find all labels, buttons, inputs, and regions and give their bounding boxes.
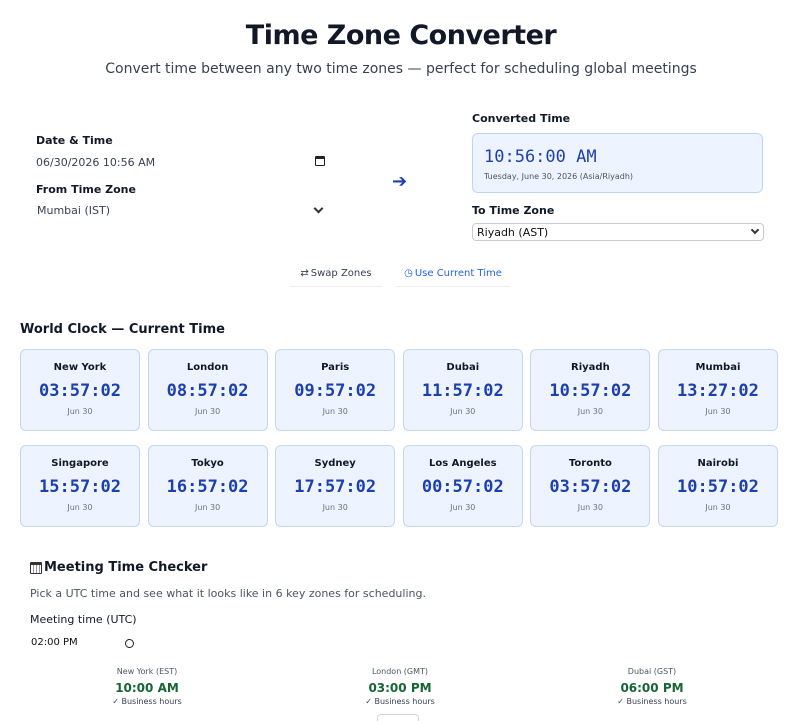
datetime-input[interactable]: 06/30/2026 10:56 AM <box>36 156 155 169</box>
use-current-time-label: Use Current Time <box>414 267 502 279</box>
clock-date: Jun 30 <box>194 407 221 416</box>
clock-date: Jun 30 <box>194 503 221 512</box>
converted-time-panel: 10:56:00 AM Tuesday, June 30, 2026 (Asia… <box>472 133 763 193</box>
world-clock-card: London 08:57:02 Jun 30 <box>147 349 268 431</box>
world-clock-card: Paris 09:57:02 Jun 30 <box>275 349 396 431</box>
world-clock-card: Sydney 17:57:02 Jun 30 <box>275 445 396 527</box>
to-zone-label: To Time Zone <box>472 204 555 217</box>
clock-time: 10:57:02 <box>549 381 632 401</box>
meeting-zone-time: 06:00 PM <box>620 681 684 695</box>
clock-time: 15:57:02 <box>39 477 121 497</box>
world-clock-card: Riyadh 10:57:02 Jun 30 <box>530 349 651 431</box>
meeting-zone-card: London (GMT) 03:00 PM ✓ Business hours <box>325 667 475 706</box>
world-clock-title: World Clock — Current Time <box>20 322 225 337</box>
clock-city-name: Toronto <box>568 458 612 469</box>
meeting-checker-title: Meeting Time Checker <box>30 560 207 575</box>
page-title: Time Zone Converter <box>245 20 557 51</box>
clock-time: 09:57:02 <box>294 381 377 401</box>
converted-date: Tuesday, June 30, 2026 (Asia/Riyadh) <box>484 172 634 181</box>
clock-city-name: Sydney <box>314 458 356 469</box>
clock-icon: ◷ <box>404 267 413 279</box>
clock-city-name: Mumbai <box>695 362 741 373</box>
clock-date: Jun 30 <box>450 503 476 512</box>
swap-icon: ⇄ <box>300 267 309 279</box>
clock-time: 13:27:02 <box>677 381 759 401</box>
clock-date: Jun 30 <box>577 503 603 512</box>
clock-time: 08:57:02 <box>166 381 249 401</box>
datetime-label: Date & Time <box>36 134 113 147</box>
clock-date: Jun 30 <box>67 503 93 512</box>
clock-time: 11:57:02 <box>421 381 504 401</box>
clock-city-name: New York <box>53 362 107 373</box>
clock-date: Jun 30 <box>450 407 476 416</box>
clock-time: 03:57:02 <box>549 477 632 497</box>
world-clock-card: Los Angeles 00:57:02 Jun 30 <box>402 445 523 527</box>
meeting-zone-name: New York (EST) <box>116 667 178 676</box>
meeting-zone-status: ✓ Business hours <box>112 697 182 706</box>
world-clock-card: Nairobi 10:57:02 Jun 30 <box>657 445 778 527</box>
from-chevron-down-icon[interactable] <box>313 203 324 214</box>
meeting-title-text: Meeting Time Checker <box>44 560 208 575</box>
clock-date: Jun 30 <box>322 503 348 512</box>
meeting-zone-name: London (GMT) <box>371 667 429 676</box>
use-current-time-button[interactable]: ◷ Use Current Time <box>396 260 510 287</box>
clock-city-name: Tokyo <box>191 458 224 469</box>
world-clock-card: Mumbai 13:27:02 Jun 30 <box>657 349 778 431</box>
clock-time: 03:57:02 <box>39 381 121 401</box>
world-clock-grid: New York 03:57:02 Jun 30 London 08:57:02 Jun … <box>20 349 779 527</box>
to-chevron-down-icon <box>750 225 760 235</box>
clock-time: 10:57:02 <box>677 477 759 497</box>
clock-date: Jun 30 <box>322 407 348 416</box>
from-zone-select[interactable]: Mumbai (IST) <box>37 204 110 217</box>
world-clock-card: Tokyo 16:57:02 Jun 30 <box>147 445 268 527</box>
meeting-zone-status: ✓ Business hours <box>617 697 687 706</box>
swap-zones-button[interactable]: ⇄ Swap Zones <box>290 260 382 287</box>
meeting-zone-card: Dubai (GST) 06:00 PM ✓ Business hours <box>577 667 727 706</box>
meeting-time-value: 02:00 PM <box>31 637 78 648</box>
meeting-zone-status: ✓ Business hours <box>365 697 435 706</box>
world-clock-card: Toronto 03:57:02 Jun 30 <box>530 445 651 527</box>
clock-date: Jun 30 <box>705 407 731 416</box>
swap-zones-label: Swap Zones <box>310 267 372 279</box>
converted-label: Converted Time <box>472 112 571 125</box>
clock-date: Jun 30 <box>705 503 731 512</box>
world-clock-card: Dubai 11:57:02 Jun 30 <box>402 349 523 431</box>
clock-city-name: Singapore <box>51 458 109 469</box>
meeting-zone-time: 10:00 AM <box>115 681 179 695</box>
clock-time: 16:57:02 <box>166 477 249 497</box>
meeting-zone-name: Dubai (GST) <box>627 667 677 676</box>
meeting-description: Pick a UTC time and see what it looks li… <box>30 587 426 600</box>
clock-city-name: London <box>186 362 229 373</box>
from-zone-label: From Time Zone <box>36 183 136 196</box>
page-subtitle: Convert time between any two time zones … <box>105 61 697 77</box>
clock-city-name: Riyadh <box>571 362 610 373</box>
clock-time: 00:57:02 <box>421 477 504 497</box>
clock-date: Jun 30 <box>577 407 603 416</box>
meeting-time-label: Meeting time (UTC) <box>30 613 137 626</box>
to-zone-value: Riyadh (AST) <box>477 226 549 239</box>
world-clock-card: New York 03:57:02 Jun 30 <box>20 349 140 431</box>
meeting-time-input[interactable]: 02:00 PM <box>30 636 140 652</box>
meeting-zone-card: New York (EST) 10:00 AM ✓ Business hours <box>72 667 222 706</box>
clock-city-name: Los Angeles <box>428 458 497 469</box>
clock-city-name: Paris <box>321 362 350 373</box>
clock-city-name: Nairobi <box>697 458 739 469</box>
to-zone-select[interactable]: Riyadh (AST) <box>472 223 764 241</box>
world-clock-card: Singapore 15:57:02 Jun 30 <box>20 445 140 527</box>
calendar-icon <box>30 561 42 574</box>
arrow-right-icon: ➔ <box>392 171 408 192</box>
meeting-zone-time: 03:00 PM <box>368 681 432 695</box>
converted-time: 10:56:00 AM <box>484 147 597 167</box>
scroll-handle[interactable] <box>377 714 419 721</box>
clock-date: Jun 30 <box>67 407 93 416</box>
calendar-icon[interactable] <box>315 156 325 166</box>
clock-time: 17:57:02 <box>294 477 377 497</box>
clock-icon[interactable] <box>125 639 134 648</box>
clock-city-name: Dubai <box>446 362 480 373</box>
